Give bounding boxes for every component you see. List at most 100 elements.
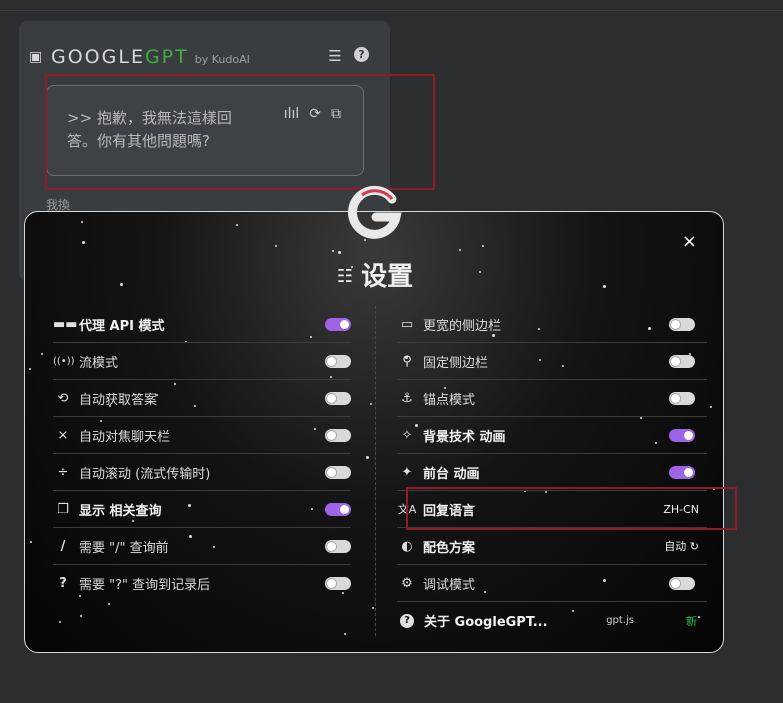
toggle-switch[interactable]	[325, 317, 351, 331]
toggle-switch[interactable]	[669, 428, 695, 442]
star-dot	[370, 403, 372, 405]
toggle-switch[interactable]	[325, 465, 351, 479]
setting-row-anchor-mode[interactable]: ⚓ 锚点模式	[397, 380, 707, 417]
setting-row-about[interactable]: ? 关于 GoogleGPT... gpt.js 新	[397, 602, 707, 639]
color-scheme-value[interactable]: 自动 ↻	[664, 538, 699, 554]
broadcast-icon: ((•))	[53, 355, 75, 367]
help-icon[interactable]: ?	[354, 47, 369, 62]
settings-right-column: ▭ 更宽的侧边栏 ⚲ 固定侧边栏 ⚓ 锚点模式 ✧ 背景技术 动画 ✦ 前台 动…	[397, 306, 707, 639]
setting-label: 更宽的侧边栏	[423, 318, 502, 334]
toggle-switch[interactable]	[669, 317, 695, 331]
reply-language-value[interactable]: ZH-CN	[663, 503, 699, 516]
tune-icon: ☷	[336, 266, 354, 287]
setting-label: 自动对焦聊天栏	[79, 429, 171, 445]
toggle-switch[interactable]	[325, 354, 351, 368]
star-dot	[344, 633, 346, 635]
setting-label: 显示 相关查询	[79, 503, 162, 519]
setting-label: 锚点模式	[423, 392, 476, 408]
star-dot	[338, 251, 341, 254]
widescreen-icon: ▭	[400, 316, 414, 332]
setting-label: 背景技术 动画	[423, 429, 506, 445]
setting-label: 固定侧边栏	[423, 355, 489, 371]
setting-label: 自动获取答案	[79, 392, 158, 408]
star-dot	[372, 607, 374, 609]
setting-label: 前台 动画	[423, 466, 480, 482]
new-badge: 新	[686, 614, 697, 628]
setting-label: 代理 API 模式	[79, 318, 165, 334]
setting-row-color-scheme[interactable]: ◐ 配色方案 自动 ↻	[397, 528, 707, 565]
setting-label: 调试模式	[423, 577, 476, 593]
star-dot	[459, 249, 461, 251]
userscript-link[interactable]: gpt.js	[606, 615, 634, 626]
star-dot	[80, 615, 82, 617]
top-divider	[0, 10, 783, 11]
sparkles-icon: ✧	[401, 427, 413, 443]
setting-label: 需要 "/" 查询前	[79, 540, 169, 556]
kudoai-byline[interactable]: by KudoAI	[195, 53, 250, 66]
star-dot	[30, 541, 32, 543]
setting-row-sticky-sidebar[interactable]: ⚲ 固定侧边栏	[397, 343, 707, 380]
sparkles-filled-icon: ✦	[401, 464, 413, 480]
translate-icon: 文A	[397, 503, 417, 516]
focus-icon: ⨯	[57, 427, 69, 443]
robot-icon: ▣	[29, 49, 43, 65]
setting-row-auto-get[interactable]: ⟲ 自动获取答案	[53, 380, 351, 417]
star-dot	[236, 224, 238, 226]
settings-title: ☷ 设置	[336, 262, 414, 292]
setting-row-fg-animation[interactable]: ✦ 前台 动画	[397, 454, 707, 491]
scroll-icon: ÷	[57, 464, 69, 480]
star-dot	[482, 245, 484, 247]
toggle-switch[interactable]	[325, 539, 351, 553]
star-dot	[82, 241, 85, 244]
setting-label: 自动滚动 (流式传输时)	[79, 466, 211, 482]
googlegpt-g-logo	[348, 185, 402, 239]
setting-row-debug-mode[interactable]: ⚙ 调试模式	[397, 565, 707, 602]
setting-label: 流模式	[79, 355, 119, 371]
star-dot	[108, 603, 110, 605]
googlegpt-logo[interactable]: GOOGLEGPT	[51, 46, 189, 68]
toggle-switch[interactable]	[325, 391, 351, 405]
star-dot	[713, 488, 715, 490]
info-icon: ?	[400, 613, 414, 628]
star-dot	[81, 221, 83, 223]
setting-row-bg-animation[interactable]: ✧ 背景技术 动画	[397, 417, 707, 454]
setting-label: 需要 "?" 查询到记录后	[79, 578, 211, 593]
close-button[interactable]: ×	[682, 232, 697, 252]
setting-row-wider-sidebar[interactable]: ▭ 更宽的侧边栏	[397, 306, 707, 343]
toggle-switch[interactable]	[669, 465, 695, 479]
toggle-switch[interactable]	[325, 428, 351, 442]
setting-row-reply-language[interactable]: 文A 回复语言 ZH-CN	[397, 491, 707, 528]
toggle-switch[interactable]	[669, 576, 695, 590]
setting-row-autofocus[interactable]: ⨯ 自动对焦聊天栏	[53, 417, 351, 454]
toggle-switch[interactable]	[669, 391, 695, 405]
setting-row-proxy-api[interactable]: ▬▬ 代理 API 模式	[53, 306, 351, 343]
settings-sliders-icon[interactable]: ☰	[326, 47, 344, 65]
toggle-switch[interactable]	[325, 502, 351, 516]
highlight-box-answer	[45, 74, 435, 190]
slash-icon: /	[60, 538, 66, 554]
toggle-switch[interactable]	[669, 354, 695, 368]
setting-row-suffix[interactable]: ? 需要 "?" 查询到记录后	[53, 565, 351, 602]
settings-modal: × ☷ 设置 ▬▬ 代理 API 模式 ((•)) 流模式 ⟲ 自动获取答案 ⨯ …	[24, 211, 724, 653]
setting-label: 回复语言	[423, 503, 476, 519]
setting-row-streaming[interactable]: ((•)) 流模式	[53, 343, 351, 380]
star-dot	[41, 353, 43, 355]
star-dot	[366, 456, 369, 459]
star-dot	[710, 406, 712, 408]
pin-icon: ⚲	[402, 353, 412, 369]
contrast-icon: ◐	[401, 538, 413, 554]
setting-row-related-queries[interactable]: ❐ 显示 相关查询	[53, 491, 351, 528]
bug-icon: ⚙	[401, 575, 413, 591]
star-dot	[332, 250, 334, 252]
column-divider	[375, 306, 376, 636]
toggle-switch[interactable]	[325, 577, 351, 590]
star-dot	[29, 368, 31, 370]
setting-row-prefix[interactable]: / 需要 "/" 查询前	[53, 528, 351, 565]
glasses-icon: ▬▬	[53, 316, 78, 332]
question-icon: ?	[59, 576, 67, 591]
anchor-icon: ⚓	[401, 390, 413, 406]
setting-row-autoscroll[interactable]: ÷ 自动滚动 (流式传输时)	[53, 454, 351, 491]
setting-label: 配色方案	[423, 540, 476, 556]
settings-left-column: ▬▬ 代理 API 模式 ((•)) 流模式 ⟲ 自动获取答案 ⨯ 自动对焦聊天…	[53, 306, 351, 602]
star-dot	[275, 245, 277, 247]
